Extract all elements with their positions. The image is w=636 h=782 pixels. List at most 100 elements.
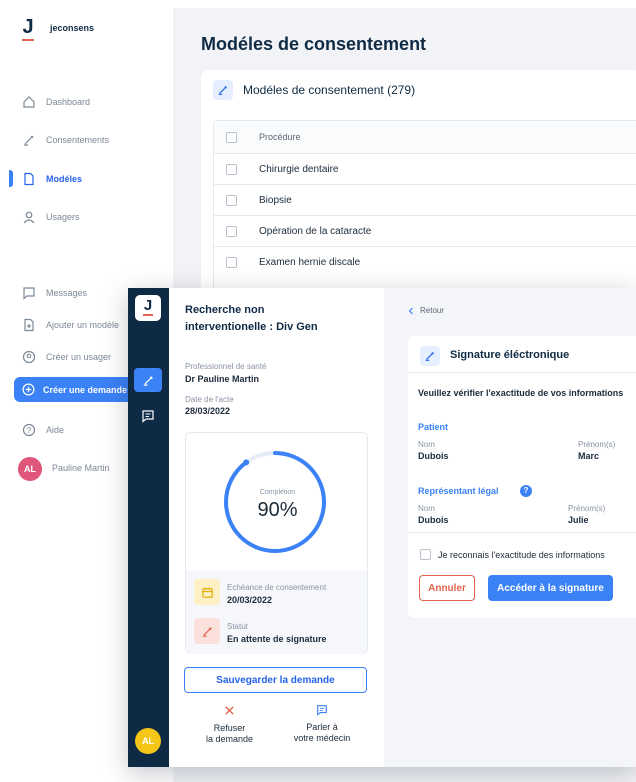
pen-icon (24, 135, 34, 146)
plus-circle-icon (22, 383, 35, 396)
add-document-icon (24, 318, 34, 332)
verify-instructions: Veuillez vérifier l'exactitude de vos in… (418, 388, 624, 398)
back-link[interactable]: Retour (408, 306, 444, 315)
sidebar-item-label: Dashboard (46, 97, 91, 107)
pen-badge (213, 80, 233, 100)
pen-icon (143, 375, 153, 386)
sidebar-item-dashboard[interactable]: Dashboard (22, 95, 90, 109)
signature-title: Signature éléctronique (450, 349, 570, 361)
close-icon (225, 706, 234, 715)
request-title-line1: Recherche non (185, 304, 265, 316)
active-indicator (9, 170, 13, 187)
svg-text:?: ? (27, 426, 32, 435)
go-to-signature-button[interactable]: Accéder à la signature (488, 575, 613, 601)
row-checkbox[interactable] (226, 194, 237, 206)
rep-nom-label: Nom (418, 504, 435, 513)
overlay-logo-letter: J (143, 297, 153, 314)
professional-value: Dr Pauline Martin (185, 374, 260, 384)
overlay-nav-messages[interactable] (141, 409, 155, 428)
sidebar-item-label: Créer un usager (46, 352, 112, 362)
help-badge[interactable]: ? (520, 485, 532, 497)
overlay-logo[interactable]: J (135, 295, 161, 321)
request-title-line2: interventionelle : Div Gen (185, 321, 318, 333)
back-label: Retour (420, 306, 445, 315)
column-header-procedure[interactable]: Procédure (259, 132, 301, 142)
chevron-left-icon (408, 307, 413, 314)
ring-handle (243, 459, 250, 466)
models-table: Procédure Chirurgie dentaire Biopsie Opé… (213, 120, 636, 300)
row-checkbox[interactable] (226, 163, 237, 175)
row-procedure: Biopsie (259, 194, 292, 206)
sidebar-item-label: Modéles (46, 174, 83, 184)
save-request-button[interactable]: Sauvegarder la demande (184, 667, 367, 693)
deadline-label: Echéance de consentement (227, 583, 327, 592)
overlay-avatar[interactable]: AL (135, 728, 161, 754)
patient-nom-value: Dubois (418, 451, 449, 461)
confirm-checkbox-label: Je reconnais l'exactitude des informatio… (438, 549, 605, 560)
talk-to-doctor-button[interactable]: Parler à votre médecin (288, 703, 356, 744)
sidebar-item-label: Ajouter un modèle (46, 320, 120, 330)
sidebar-item-label: Usagers (46, 212, 80, 222)
logo-underline (143, 314, 153, 316)
cancel-button[interactable]: Annuler (419, 575, 475, 601)
user-avatar[interactable]: AL (18, 457, 42, 481)
patient-nom-label: Nom (418, 440, 435, 449)
refuse-request-button[interactable]: Refuser la demande (202, 703, 257, 745)
message-icon (23, 287, 35, 300)
row-checkbox[interactable] (226, 256, 237, 268)
table-row[interactable]: Chirurgie dentaire (214, 153, 636, 184)
divider (408, 372, 636, 373)
row-checkbox[interactable] (226, 225, 237, 237)
sidebar-item-label: Messages (46, 288, 88, 298)
user-circle-icon (22, 350, 36, 364)
row-procedure: Examen hernie discale (259, 256, 361, 268)
card-title: Modéles de consentement (279) (243, 83, 416, 97)
patient-prenom-label: Prénom(s) (578, 440, 616, 449)
help-icon: ? (22, 423, 36, 437)
overlay-nav-sign[interactable] (134, 368, 162, 392)
calendar-badge (194, 579, 220, 605)
date-label: Date de l'acte (185, 395, 234, 404)
sidebar-item-label: Consentements (46, 135, 110, 145)
refuse-line2: la demande (205, 734, 254, 744)
table-row[interactable]: Opération de la cataracte (214, 215, 636, 246)
sidebar-item-modeles[interactable]: Modéles (22, 172, 82, 186)
request-window: J AL Recherche non interventionelle : Di… (128, 288, 636, 767)
user-icon (23, 211, 35, 224)
pen-icon (425, 352, 434, 361)
confirm-checkbox[interactable] (420, 549, 431, 560)
talk-line1: Parler à (306, 722, 338, 732)
sidebar-item-creer-usager[interactable]: Créer un usager (22, 350, 111, 364)
row-procedure: Chirurgie dentaire (259, 163, 339, 175)
divider (408, 532, 636, 533)
progress-card: Complétion 90% Echéance de consentement … (185, 432, 368, 654)
signature-panel: Retour Signature éléctronique Veuillez v… (384, 288, 636, 767)
confirm-checkbox-row[interactable]: Je reconnais l'exactitude des informatio… (420, 549, 605, 560)
overlay-sidebar: J AL (128, 288, 169, 767)
refuse-line1: Refuser (213, 723, 246, 733)
sidebar-item-messages[interactable]: Messages (22, 286, 87, 300)
status-badge (194, 618, 220, 644)
pen-badge (420, 346, 440, 366)
signature-card: Signature éléctronique Veuillez vérifier… (408, 336, 636, 618)
rep-prenom-label: Prénom(s) (568, 504, 606, 513)
message-icon (142, 410, 154, 423)
talk-line2: votre médecin (293, 733, 351, 743)
models-card: Modéles de consentement (279) Procédure … (201, 70, 636, 300)
create-request-label: Créer une demande (43, 384, 128, 395)
professional-label: Professionnel de santé (185, 362, 267, 371)
page-title: Modéles de consentement (201, 34, 427, 54)
row-procedure: Opération de la cataracte (259, 225, 372, 237)
completion-label: Complétion (259, 489, 296, 496)
rep-prenom-value: Julie (568, 515, 589, 525)
sidebar-item-ajouter-modele[interactable]: Ajouter un modèle (22, 318, 119, 332)
table-row[interactable]: Examen hernie discale (214, 246, 636, 277)
sidebar-item-consentements[interactable]: Consentements (22, 133, 109, 147)
table-row[interactable]: Biopsie (214, 184, 636, 215)
select-all-checkbox[interactable] (226, 131, 237, 143)
app-logo-letter: J (22, 16, 34, 38)
patient-heading: Patient (418, 422, 449, 432)
sidebar-item-usagers[interactable]: Usagers (22, 210, 80, 224)
sidebar-item-aide[interactable]: ? Aide (22, 423, 64, 437)
app-logo[interactable]: J (20, 16, 36, 41)
